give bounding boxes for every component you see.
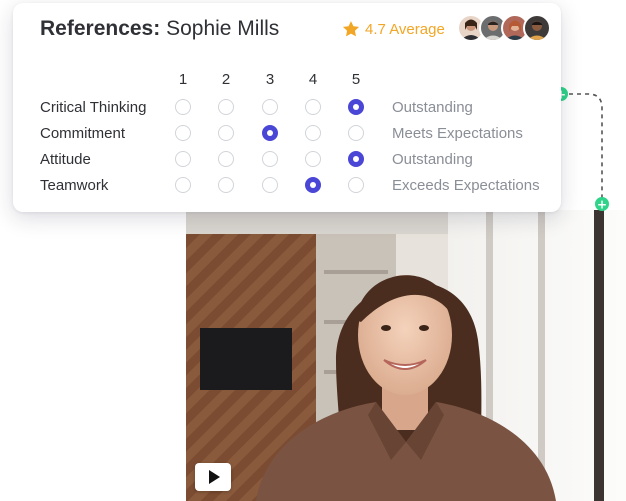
radio-critical-thinking-1[interactable]	[175, 99, 191, 115]
scale-label-4: 4	[308, 71, 318, 88]
candidate-name: Sophie Mills	[166, 17, 280, 40]
radio-commitment-2[interactable]	[218, 125, 234, 141]
reference-card: References: Sophie Mills 4.7 Average 1 2…	[13, 3, 561, 212]
row-result-commitment: Meets Expectations	[392, 125, 523, 142]
radio-attitude-5[interactable]	[348, 151, 364, 167]
radio-attitude-1[interactable]	[175, 151, 191, 167]
radio-commitment-1[interactable]	[175, 125, 191, 141]
radio-critical-thinking-2[interactable]	[218, 99, 234, 115]
radio-teamwork-5[interactable]	[348, 177, 364, 193]
reviewer-avatar-4[interactable]	[523, 14, 551, 42]
radio-critical-thinking-4[interactable]	[305, 99, 321, 115]
row-result-teamwork: Exceeds Expectations	[392, 177, 540, 194]
radio-teamwork-4[interactable]	[305, 177, 321, 193]
row-label-critical-thinking: Critical Thinking	[40, 99, 147, 116]
radio-teamwork-2[interactable]	[218, 177, 234, 193]
scale-label-1: 1	[178, 71, 188, 88]
row-label-teamwork: Teamwork	[40, 177, 109, 194]
row-label-commitment: Commitment	[40, 125, 126, 142]
radio-attitude-3[interactable]	[262, 151, 278, 167]
radio-critical-thinking-5[interactable]	[348, 99, 364, 115]
star-icon	[342, 21, 360, 37]
rating-text: 4.7 Average	[365, 20, 445, 38]
candidate-photo	[186, 210, 626, 501]
row-label-attitude: Attitude	[40, 151, 91, 168]
radio-attitude-4[interactable]	[305, 151, 321, 167]
radio-attitude-2[interactable]	[218, 151, 234, 167]
play-icon	[209, 470, 220, 484]
row-result-attitude: Outstanding	[392, 151, 473, 168]
radio-teamwork-1[interactable]	[175, 177, 191, 193]
radio-commitment-5[interactable]	[348, 125, 364, 141]
card-title: References: Sophie Mills	[40, 17, 279, 41]
scale-label-5: 5	[351, 71, 361, 88]
scale-label-2: 2	[221, 71, 231, 88]
svg-text:+: +	[597, 198, 607, 212]
title-prefix: References:	[40, 17, 161, 40]
video-panel[interactable]	[186, 210, 626, 501]
reviewer-avatars	[457, 14, 553, 42]
average-rating: 4.7 Average	[341, 19, 445, 39]
radio-commitment-4[interactable]	[305, 125, 321, 141]
radio-teamwork-3[interactable]	[262, 177, 278, 193]
radio-commitment-3[interactable]	[262, 125, 278, 141]
play-button[interactable]	[195, 463, 231, 491]
scale-label-3: 3	[265, 71, 275, 88]
radio-critical-thinking-3[interactable]	[262, 99, 278, 115]
row-result-critical-thinking: Outstanding	[392, 99, 473, 116]
